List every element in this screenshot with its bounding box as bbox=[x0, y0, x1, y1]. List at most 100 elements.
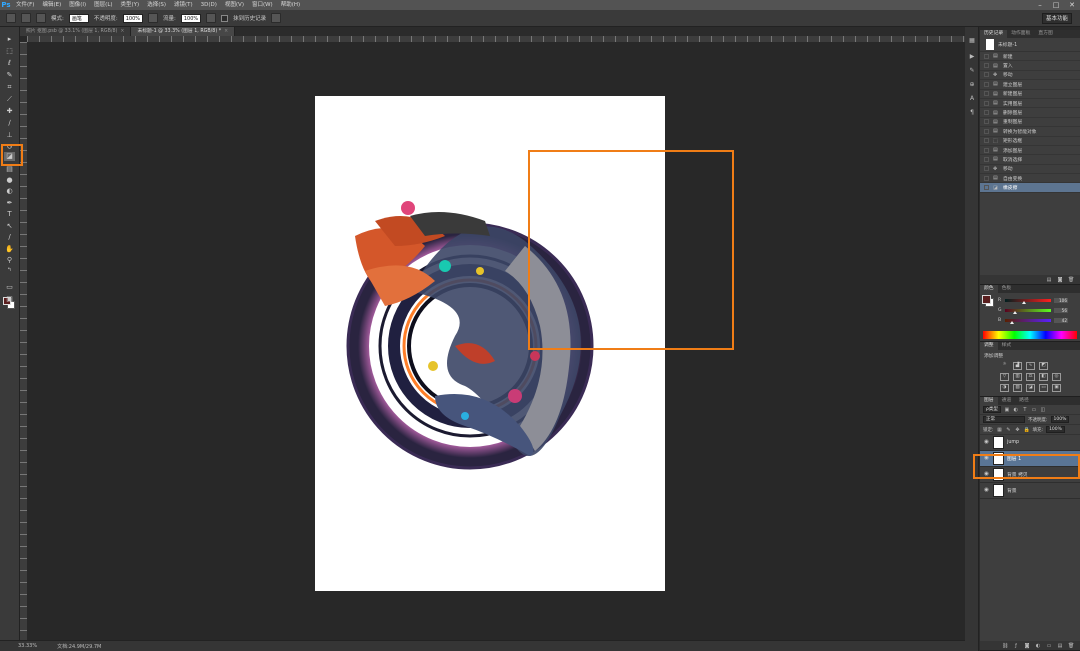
clone-source-icon[interactable]: ⊕ bbox=[968, 81, 976, 89]
camera-icon[interactable]: ◙ bbox=[1057, 277, 1063, 283]
add-mask-icon[interactable]: ◙ bbox=[1024, 643, 1030, 649]
menu-help[interactable]: 帮助(H) bbox=[277, 0, 304, 10]
quick-select-tool-icon[interactable]: ✎ bbox=[4, 71, 15, 80]
r-value[interactable]: 106 bbox=[1054, 297, 1068, 303]
selective-color-icon[interactable]: ▣ bbox=[1052, 384, 1061, 392]
layer-name[interactable]: 背景 bbox=[1007, 487, 1017, 494]
history-source-checkbox[interactable] bbox=[984, 81, 989, 87]
tab-paths[interactable]: 路径 bbox=[1015, 397, 1033, 405]
filter-smart-icon[interactable]: ◫ bbox=[1040, 407, 1046, 413]
canvas-area[interactable] bbox=[27, 42, 965, 640]
menu-3d[interactable]: 3D(D) bbox=[197, 0, 221, 10]
menu-window[interactable]: 窗口(W) bbox=[248, 0, 277, 10]
history-item[interactable]: ⬚ 矩形选框 bbox=[980, 137, 1080, 146]
brush-panel-icon[interactable]: ✎ bbox=[968, 67, 976, 75]
history-source-checkbox[interactable] bbox=[984, 175, 989, 181]
blur-tool-icon[interactable]: ● bbox=[4, 176, 15, 185]
history-source-checkbox[interactable] bbox=[984, 91, 989, 97]
workspace-select[interactable]: 基本功能 bbox=[1042, 13, 1072, 24]
tab-swatches[interactable]: 色板 bbox=[998, 285, 1016, 293]
r-slider-handle[interactable] bbox=[1022, 300, 1027, 304]
lock-pixels-icon[interactable]: ✎ bbox=[1006, 427, 1012, 433]
path-select-tool-icon[interactable]: ↖ bbox=[4, 222, 15, 231]
layer-opacity-field[interactable]: 100% bbox=[1050, 416, 1070, 423]
tool-preset-eraser-icon[interactable] bbox=[6, 13, 16, 23]
history-item[interactable]: ▤ 取消选择 bbox=[980, 155, 1080, 165]
swap-colors-icon[interactable]: ↰ bbox=[4, 266, 15, 275]
lasso-tool-icon[interactable]: ℓ bbox=[4, 59, 15, 68]
history-snapshot[interactable]: 未标题-1 bbox=[980, 38, 1080, 52]
r-slider[interactable] bbox=[1005, 298, 1051, 304]
history-source-checkbox[interactable] bbox=[984, 128, 989, 134]
history-item[interactable]: ▤ 实用图层 bbox=[980, 99, 1080, 109]
lock-all-icon[interactable]: 🔒 bbox=[1024, 427, 1030, 433]
history-item[interactable]: ▤ 转换为智能对象 bbox=[980, 127, 1080, 137]
menu-edit[interactable]: 编辑(E) bbox=[38, 0, 65, 10]
layer-kind-filter[interactable]: ρ类型 bbox=[983, 406, 1001, 413]
menu-image[interactable]: 图像(I) bbox=[65, 0, 90, 10]
dodge-tool-icon[interactable]: ◐ bbox=[4, 187, 15, 196]
history-source-checkbox[interactable] bbox=[984, 138, 989, 144]
pressure-opacity-icon[interactable] bbox=[148, 13, 159, 23]
g-value[interactable]: 56 bbox=[1054, 307, 1068, 313]
history-item[interactable]: ▤ 置入 bbox=[980, 61, 1080, 71]
history-item[interactable]: ✥ 移动 bbox=[980, 165, 1080, 175]
history-source-checkbox[interactable] bbox=[984, 156, 989, 162]
history-item[interactable]: ▤ 建立图层 bbox=[980, 80, 1080, 90]
doc-tab-1[interactable]: 照片 抠图.psb @ 33.1% (图层 1, RGB/8) × bbox=[20, 27, 132, 36]
fill-field[interactable]: 100% bbox=[1046, 426, 1065, 433]
brush-tool-icon[interactable]: ∕ bbox=[4, 119, 15, 128]
invert-icon[interactable]: ◑ bbox=[1000, 384, 1009, 392]
flow-field[interactable]: 100% bbox=[180, 13, 202, 23]
vertical-ruler[interactable] bbox=[20, 42, 27, 640]
lock-position-icon[interactable]: ✥ bbox=[1015, 427, 1021, 433]
paragraph-panel-icon[interactable]: ¶ bbox=[968, 109, 976, 117]
layer-row[interactable]: ◉ 背景 bbox=[980, 483, 1080, 499]
mode-select[interactable]: 画笔 bbox=[68, 13, 89, 23]
history-item[interactable]: ◪ 橡皮擦 bbox=[980, 183, 1080, 193]
doc-tab-2[interactable]: 未标题-1 @ 33.3% (图层 1, RGB/8) * × bbox=[131, 27, 236, 36]
history-source-checkbox[interactable] bbox=[984, 110, 989, 116]
history-source-checkbox[interactable] bbox=[984, 53, 989, 59]
fx-icon[interactable]: ƒ bbox=[1013, 643, 1019, 649]
vibrance-icon[interactable]: ▽ bbox=[1000, 373, 1009, 381]
color-spectrum-bar[interactable] bbox=[983, 331, 1077, 339]
menu-layer[interactable]: 图层(L) bbox=[90, 0, 116, 10]
color-balance-icon[interactable]: ⚖ bbox=[1026, 373, 1035, 381]
crop-tool-icon[interactable]: ⌗ bbox=[4, 83, 15, 92]
pen-tool-icon[interactable]: ✒ bbox=[4, 199, 15, 208]
link-layers-icon[interactable]: ⛓ bbox=[1002, 643, 1008, 649]
new-layer-icon[interactable]: ▤ bbox=[1057, 643, 1063, 649]
brightness-icon[interactable]: ☼ bbox=[1000, 362, 1009, 370]
stamp-tool-icon[interactable]: ⊥ bbox=[4, 131, 15, 140]
hue-saturation-icon[interactable]: ▥ bbox=[1013, 373, 1022, 381]
color-panel-fg-swatch[interactable] bbox=[982, 295, 991, 304]
marquee-tool-icon[interactable]: ⬚ bbox=[4, 47, 15, 56]
history-source-checkbox[interactable] bbox=[984, 147, 989, 153]
trash-icon[interactable]: 🗑 bbox=[1068, 643, 1074, 649]
tab-histogram[interactable]: 直方图 bbox=[1034, 30, 1056, 38]
trash-icon[interactable]: 🗑 bbox=[1068, 277, 1074, 283]
actions-panel-icon[interactable]: ▶ bbox=[968, 53, 976, 61]
zoom-level[interactable]: 33.33% bbox=[18, 643, 37, 649]
tab-color[interactable]: 颜色 bbox=[980, 285, 998, 293]
history-source-checkbox[interactable] bbox=[984, 63, 989, 69]
tab-styles[interactable]: 样式 bbox=[998, 342, 1016, 350]
filter-type-icon[interactable]: T bbox=[1022, 407, 1028, 413]
b-slider-handle[interactable] bbox=[1010, 320, 1015, 324]
black-white-icon[interactable]: ◧ bbox=[1039, 373, 1048, 381]
maximize-button[interactable]: □ bbox=[1052, 1, 1060, 9]
filter-pixel-icon[interactable]: ▣ bbox=[1004, 407, 1010, 413]
close-icon[interactable]: × bbox=[120, 29, 124, 34]
new-group-icon[interactable]: ▭ bbox=[1046, 643, 1052, 649]
filter-adjust-icon[interactable]: ◐ bbox=[1013, 407, 1019, 413]
g-slider[interactable] bbox=[1005, 308, 1051, 314]
filter-shape-icon[interactable]: ▭ bbox=[1031, 407, 1037, 413]
menu-filter[interactable]: 滤镜(T) bbox=[170, 0, 197, 10]
history-item[interactable]: ▤ 删除图层 bbox=[980, 108, 1080, 118]
close-button[interactable]: ✕ bbox=[1068, 1, 1076, 9]
history-item[interactable]: ▤ 新建图层 bbox=[980, 90, 1080, 99]
type-tool-icon[interactable]: T bbox=[4, 210, 15, 219]
tab-history[interactable]: 历史记录 bbox=[980, 30, 1008, 38]
minimize-button[interactable]: – bbox=[1036, 1, 1044, 9]
